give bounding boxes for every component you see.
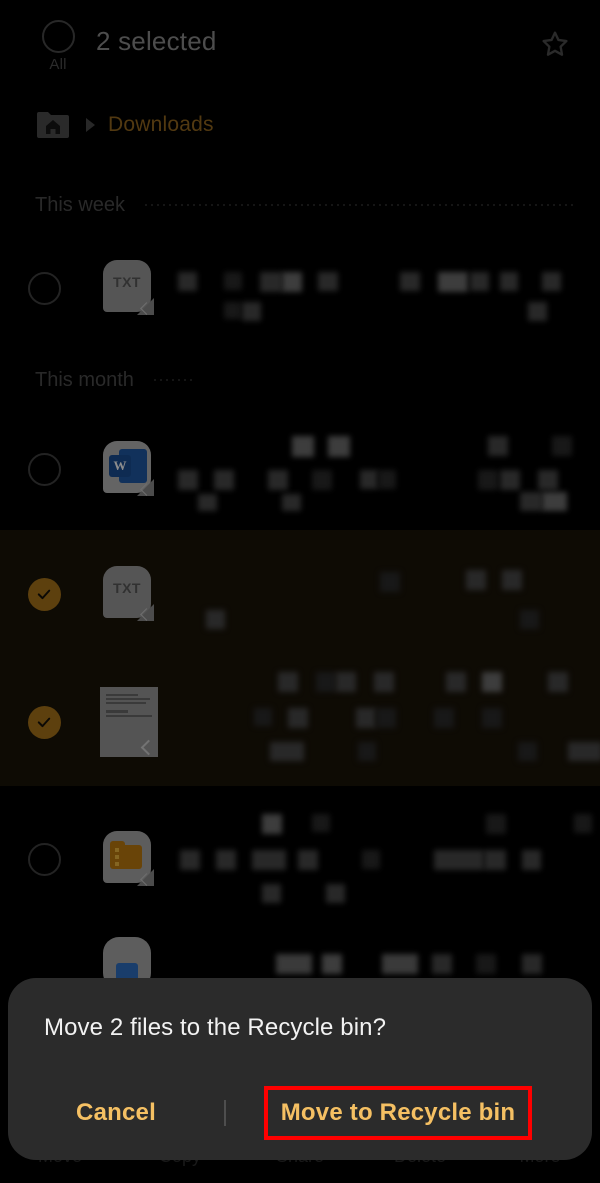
breadcrumb[interactable]: Downloads	[0, 103, 600, 147]
circle-unchecked-icon[interactable]	[41, 20, 75, 53]
table-row[interactable]: W	[0, 430, 600, 511]
star-outline-icon	[542, 31, 568, 56]
row-filename-redacted	[170, 530, 600, 658]
app-bar: All 2 selected	[0, 0, 600, 92]
button-divider	[224, 1100, 226, 1126]
row-checkbox[interactable]	[0, 842, 88, 876]
row-checkbox[interactable]	[0, 271, 88, 305]
row-filename-redacted	[170, 250, 600, 326]
row-checkbox[interactable]	[0, 452, 88, 486]
circle-unchecked-icon[interactable]	[27, 452, 61, 486]
row-filename-redacted	[170, 800, 600, 918]
highlight-box: Move to Recycle bin	[264, 1086, 532, 1140]
file-type-label: TXT	[113, 274, 141, 290]
table-row[interactable]: TXT	[0, 250, 600, 326]
home-folder-icon[interactable]	[35, 110, 71, 140]
row-file-icon	[88, 687, 170, 757]
row-file-icon: W	[88, 441, 170, 497]
breadcrumb-current-folder[interactable]: Downloads	[108, 113, 214, 137]
checkmark-icon	[37, 717, 51, 728]
circle-checked-icon[interactable]	[27, 705, 61, 739]
document-thumbnail-icon	[100, 687, 158, 757]
section-header-this-month: This month	[35, 365, 575, 395]
row-filename-redacted	[170, 658, 600, 786]
cancel-button[interactable]: Cancel	[8, 1099, 224, 1127]
file-manager-screen: All 2 selected Downloads This week TXT T…	[0, 0, 600, 1183]
section-header-this-week: This week	[35, 190, 575, 220]
caret-right-icon	[86, 118, 95, 132]
circle-unchecked-icon[interactable]	[27, 271, 61, 305]
word-w-letter: W	[109, 455, 131, 477]
table-row[interactable]: TXT	[0, 530, 600, 658]
dialog-actions: Cancel Move to Recycle bin	[8, 1082, 592, 1144]
row-file-icon	[88, 831, 170, 887]
confirm-dialog: Move 2 files to the Recycle bin? Cancel …	[8, 978, 592, 1160]
favorite-button[interactable]	[536, 25, 574, 63]
section-title: This month	[35, 368, 134, 391]
row-checkbox[interactable]	[0, 705, 88, 739]
row-file-icon: TXT	[88, 260, 170, 316]
table-row[interactable]	[0, 800, 600, 918]
move-to-recycle-bin-button[interactable]: Move to Recycle bin	[281, 1099, 516, 1127]
row-checkbox[interactable]	[0, 949, 88, 982]
zip-folder-icon	[103, 831, 155, 887]
circle-unchecked-icon[interactable]	[27, 842, 61, 876]
section-divider-dots	[151, 379, 192, 381]
circle-checked-icon[interactable]	[27, 577, 61, 611]
checkmark-icon	[37, 589, 51, 600]
txt-file-icon: TXT	[103, 566, 155, 622]
row-file-icon: TXT	[88, 566, 170, 622]
table-row[interactable]	[0, 658, 600, 786]
page-title: 2 selected	[96, 26, 217, 56]
section-title: This week	[35, 193, 126, 216]
section-divider-dots	[143, 204, 575, 206]
select-all-label: All	[49, 56, 67, 73]
txt-file-icon: TXT	[103, 260, 155, 316]
row-checkbox[interactable]	[0, 577, 88, 611]
word-document-icon: W	[103, 441, 155, 497]
dialog-title: Move 2 files to the Recycle bin?	[44, 1014, 387, 1041]
select-all-button[interactable]: All	[30, 20, 86, 73]
row-filename-redacted	[170, 430, 600, 511]
file-type-label: TXT	[113, 580, 141, 596]
